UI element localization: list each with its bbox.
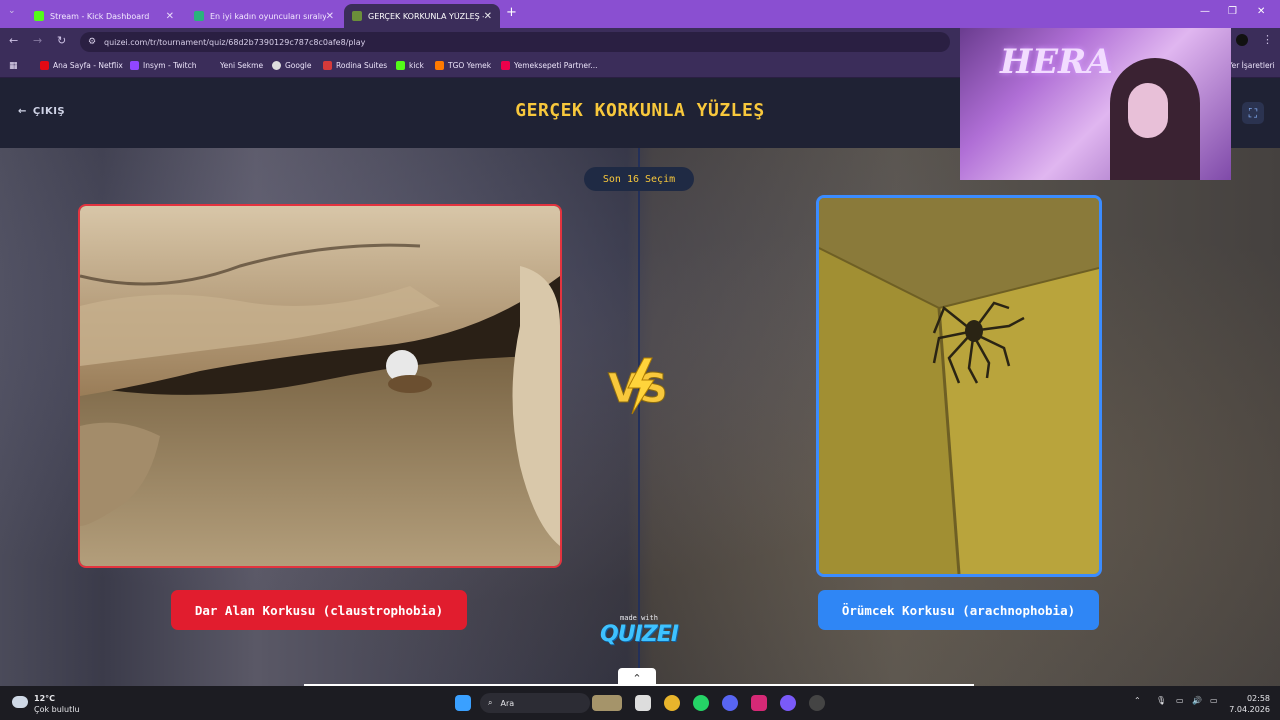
address-bar[interactable]: ⚙ quizei.com/tr/tournament/quiz/68d2b739… <box>80 32 950 52</box>
volume-icon[interactable]: 🔊 <box>1192 696 1202 705</box>
discord-icon[interactable] <box>722 695 738 711</box>
option-card-left[interactable] <box>78 204 562 568</box>
browser-tab-quiz[interactable]: GERÇEK KORKUNLA YÜZLEŞ - T ✕ <box>344 4 500 28</box>
option-card-right[interactable] <box>816 195 1102 577</box>
clock-date[interactable]: 7.04.2026 <box>1226 705 1270 714</box>
widget-icon[interactable] <box>592 695 622 711</box>
weather-temp: 12°C <box>34 694 56 703</box>
option-button-left[interactable]: Dar Alan Korkusu (claustrophobia) <box>171 590 467 630</box>
site-favicon-icon <box>194 11 204 21</box>
network-icon[interactable]: ▭ <box>1176 696 1184 705</box>
center-divider <box>638 148 640 686</box>
kick-favicon-icon <box>34 11 44 21</box>
windows-start-icon[interactable] <box>455 695 471 711</box>
cave-image <box>80 206 560 566</box>
bookmark-kick[interactable]: kick <box>396 61 424 70</box>
netflix-icon <box>40 61 49 70</box>
streamer-face <box>1128 83 1168 138</box>
tab-title: Stream - Kick Dashboard <box>50 11 150 21</box>
bookmark-rodina[interactable]: Rodina Suites <box>323 61 387 70</box>
new-tab-button[interactable]: + <box>506 5 517 20</box>
apps-icon[interactable]: ▦ <box>9 61 18 71</box>
all-bookmarks-link[interactable]: Yer İşaretleri <box>1228 61 1275 70</box>
browser-tab-ranking[interactable]: En iyi kadın oyuncuları sıralıyor ✕ <box>186 4 342 28</box>
microphone-icon[interactable]: 🎙 <box>1156 696 1166 705</box>
bookmark-yemeksepeti[interactable]: Yemeksepeti Partner... <box>501 61 598 70</box>
hera-logo: HERA <box>1000 42 1113 82</box>
reload-icon[interactable]: ↻ <box>57 34 66 47</box>
bookmark-label: Insym - Twitch <box>143 61 197 70</box>
close-window-icon[interactable]: ✕ <box>1257 6 1265 17</box>
search-placeholder: Ara <box>500 698 515 708</box>
google-icon <box>272 61 281 70</box>
windows-taskbar: 12°C Çok bulutlu ⌕ Ara ⌃ 🎙 ▭ 🔊 ▭ 02:58 7… <box>0 686 1280 720</box>
whatsapp-icon[interactable] <box>693 695 709 711</box>
bookmark-netflix[interactable]: Ana Sayfa - Netflix <box>40 61 123 70</box>
versus-icon: VS <box>608 357 668 415</box>
bookmark-label: Google <box>285 61 312 70</box>
spider-image <box>819 198 1099 574</box>
bookmark-new-tab[interactable]: Yeni Sekme <box>207 61 263 70</box>
bookmark-label: Yer İşaretleri <box>1228 61 1275 70</box>
menu-icon[interactable]: ⋮ <box>1262 33 1273 46</box>
bookmark-label: Yeni Sekme <box>220 61 264 70</box>
url-text: quizei.com/tr/tournament/quiz/68d2b73901… <box>104 37 366 47</box>
bookmark-label: TGO Yemek <box>448 61 492 70</box>
file-explorer-icon[interactable] <box>635 695 651 711</box>
twitch-app-icon[interactable] <box>780 695 796 711</box>
fullscreen-icon[interactable]: ⛶ <box>1242 102 1264 124</box>
forward-icon[interactable]: → <box>33 34 42 47</box>
tab-title: GERÇEK KORKUNLA YÜZLEŞ - T <box>368 11 484 21</box>
bookmark-label: Yemeksepeti Partner... <box>514 61 598 70</box>
round-badge: Son 16 Seçim <box>584 167 694 191</box>
bookmark-twitch[interactable]: Insym - Twitch <box>130 61 196 70</box>
site-info-icon[interactable]: ⚙ <box>88 37 96 47</box>
bookmark-label: Ana Sayfa - Netflix <box>53 61 123 70</box>
close-tab-icon[interactable]: ✕ <box>484 11 492 22</box>
webcam-overlay: HERA <box>960 28 1231 180</box>
made-with-label: made with <box>620 614 658 622</box>
clock-time[interactable]: 02:58 <box>1234 694 1270 703</box>
bookmark-label: kick <box>409 61 424 70</box>
twitch-icon <box>130 61 139 70</box>
page-icon <box>207 61 216 70</box>
taskbar-search[interactable]: ⌕ Ara <box>480 693 590 713</box>
profile-avatar[interactable] <box>1236 34 1248 46</box>
chrome-icon[interactable] <box>664 695 680 711</box>
weather-desc: Çok bulutlu <box>34 705 80 714</box>
quizei-favicon-icon <box>352 11 362 21</box>
bookmark-label: Rodina Suites <box>336 61 388 70</box>
tab-search-icon[interactable]: ⌄ <box>8 6 16 16</box>
browser-tab-kick[interactable]: Stream - Kick Dashboard ✕ <box>26 4 182 28</box>
battery-icon[interactable]: ▭ <box>1210 696 1218 705</box>
yemeksepeti-icon <box>501 61 510 70</box>
quizei-logo[interactable]: QUIZEI <box>594 622 684 647</box>
restore-icon[interactable]: ❐ <box>1228 6 1237 17</box>
browser-tab-strip: ⌄ Stream - Kick Dashboard ✕ En iyi kadın… <box>0 0 1280 28</box>
weather-cloud-icon <box>12 696 28 708</box>
close-tab-icon[interactable]: ✕ <box>326 11 334 22</box>
search-icon: ⌕ <box>488 698 493 707</box>
instagram-icon[interactable] <box>751 695 767 711</box>
bookmark-tgo[interactable]: TGO Yemek <box>435 61 491 70</box>
rodina-icon <box>323 61 332 70</box>
tray-chevron-up-icon[interactable]: ⌃ <box>1134 696 1141 705</box>
minimize-icon[interactable]: — <box>1200 6 1210 17</box>
close-tab-icon[interactable]: ✕ <box>166 11 174 22</box>
tgo-icon <box>435 61 444 70</box>
app-icon[interactable] <box>809 695 825 711</box>
tab-title: En iyi kadın oyuncuları sıralıyor <box>210 11 326 21</box>
bookmark-google[interactable]: Google <box>272 61 311 70</box>
kick-icon <box>396 61 405 70</box>
option-button-right[interactable]: Örümcek Korkusu (arachnophobia) <box>818 590 1099 630</box>
back-icon[interactable]: ← <box>9 34 18 47</box>
